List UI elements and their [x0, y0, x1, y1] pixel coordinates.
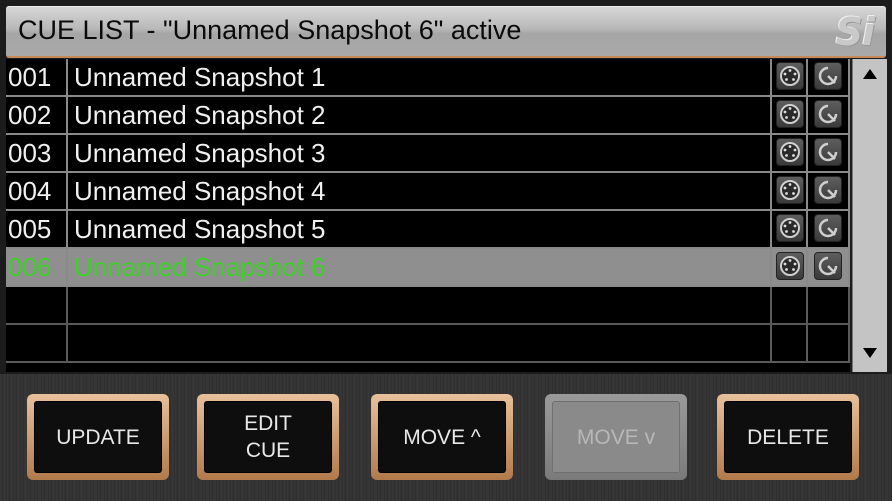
update-button[interactable]: UPDATE [27, 394, 169, 480]
recall-cell [810, 325, 850, 361]
cue-list-table: 001 Unnamed Snapshot 1 002 Unnamed Snapshot… [6, 59, 850, 372]
recall-cell [810, 287, 850, 323]
midi-connector-icon[interactable] [776, 138, 804, 166]
cue-row-active[interactable]: 006 Unnamed Snapshot 6 [6, 249, 850, 287]
cue-row[interactable]: 003 Unnamed Snapshot 3 [6, 135, 850, 173]
cue-row-empty[interactable] [6, 287, 850, 325]
button-label: MOVE v [552, 401, 680, 473]
cue-row[interactable]: 004 Unnamed Snapshot 4 [6, 173, 850, 211]
cue-name: Unnamed Snapshot 1 [74, 62, 326, 92]
si-logo: Si [835, 10, 875, 54]
recall-cell [810, 249, 850, 285]
cue-name [70, 325, 774, 361]
cue-name: Unnamed Snapshot 3 [74, 138, 326, 168]
midi-cell [770, 59, 808, 95]
button-label: MOVE ^ [378, 401, 506, 473]
cue-number: 003 [6, 135, 68, 171]
cue-name [70, 287, 774, 323]
cue-row[interactable]: 005 Unnamed Snapshot 5 [6, 211, 850, 249]
scroll-up-button[interactable] [853, 65, 887, 87]
cue-number: 002 [6, 97, 68, 133]
button-label: UPDATE [34, 401, 162, 473]
cue-number: 004 [6, 173, 68, 209]
cue-list-screen: CUE LIST - "Unnamed Snapshot 6" active S… [0, 0, 892, 501]
midi-cell [770, 211, 808, 247]
cue-row[interactable]: 002 Unnamed Snapshot 2 [6, 97, 850, 135]
cue-number: 001 [6, 59, 68, 95]
scrollbar[interactable] [852, 59, 887, 372]
delete-button[interactable]: DELETE [717, 394, 859, 480]
midi-cell [770, 173, 808, 209]
midi-cell [770, 287, 808, 323]
midi-cell [770, 97, 808, 133]
midi-connector-icon[interactable] [776, 214, 804, 242]
cue-row[interactable]: 001 Unnamed Snapshot 1 [6, 59, 850, 97]
title-bar: CUE LIST - "Unnamed Snapshot 6" active S… [6, 6, 886, 58]
triangle-down-icon [863, 348, 877, 358]
cue-number: 006 [6, 249, 68, 285]
cue-number: 005 [6, 211, 68, 247]
cue-number [6, 325, 68, 361]
cue-name: Unnamed Snapshot 6 [74, 252, 326, 282]
recall-icon[interactable] [814, 62, 842, 90]
midi-cell [770, 325, 808, 361]
midi-connector-icon[interactable] [776, 176, 804, 204]
scroll-down-button[interactable] [853, 344, 887, 366]
page-title: CUE LIST - "Unnamed Snapshot 6" active [18, 15, 522, 45]
recall-cell [810, 97, 850, 133]
triangle-up-icon [863, 69, 877, 79]
move-down-button[interactable]: MOVE v [545, 394, 687, 480]
cue-name: Unnamed Snapshot 2 [74, 100, 326, 130]
edit-cue-button[interactable]: EDIT CUE [197, 394, 339, 480]
midi-connector-icon[interactable] [776, 100, 804, 128]
midi-connector-icon[interactable] [776, 252, 804, 280]
recall-cell [810, 173, 850, 209]
recall-icon[interactable] [814, 138, 842, 166]
recall-icon[interactable] [814, 214, 842, 242]
midi-cell [770, 135, 808, 171]
button-label: DELETE [724, 401, 852, 473]
midi-cell [770, 249, 808, 285]
recall-icon[interactable] [814, 100, 842, 128]
recall-cell [810, 59, 850, 95]
cue-name: Unnamed Snapshot 4 [74, 176, 326, 206]
cue-row-empty[interactable] [6, 325, 850, 363]
cue-name: Unnamed Snapshot 5 [74, 214, 326, 244]
recall-cell [810, 211, 850, 247]
midi-connector-icon[interactable] [776, 62, 804, 90]
cue-number [6, 287, 68, 323]
recall-icon[interactable] [814, 252, 842, 280]
button-bar: UPDATE EDIT CUE MOVE ^ MOVE v DELETE [0, 374, 892, 501]
recall-cell [810, 135, 850, 171]
recall-icon[interactable] [814, 176, 842, 204]
button-label: EDIT CUE [204, 401, 332, 473]
move-up-button[interactable]: MOVE ^ [371, 394, 513, 480]
